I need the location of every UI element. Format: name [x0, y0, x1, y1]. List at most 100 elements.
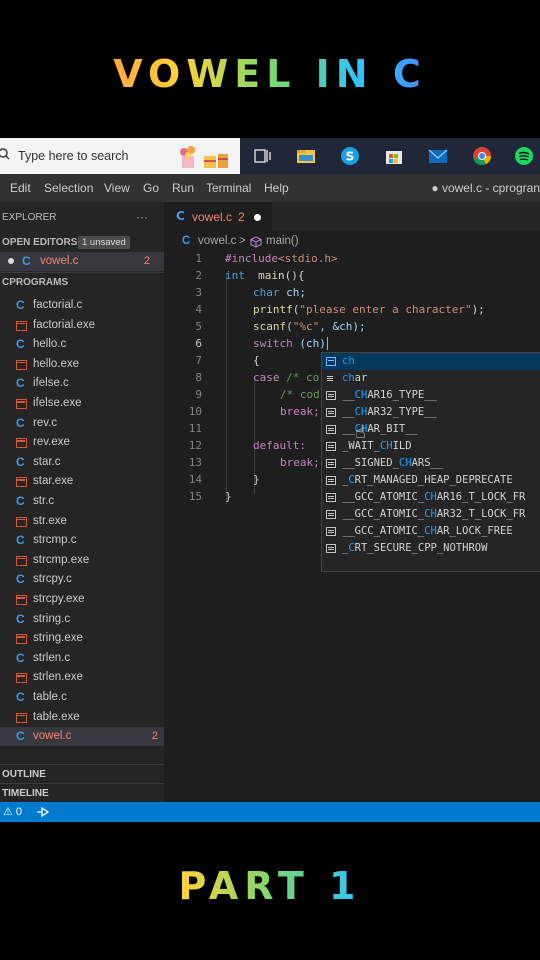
menu-help[interactable]: Help [264, 181, 289, 195]
file-item[interactable]: Cstrcpy.c [0, 570, 164, 589]
suggestion-item[interactable]: char [322, 370, 540, 387]
suggestion-label: __CHAR_BIT__ [342, 423, 418, 435]
constant-icon [326, 425, 336, 434]
code-editor[interactable]: 1 2 3 4 5 6 7 8 9 10 11 12 13 14 15 #include<stdio.h> … [164, 252, 540, 802]
open-editors-header[interactable]: OPEN EDITORS [2, 237, 77, 248]
file-label: ifelse.c [33, 377, 69, 390]
file-item[interactable]: string.exe [0, 629, 164, 648]
file-item[interactable]: table.exe [0, 708, 164, 727]
menu-selection[interactable]: Selection [44, 181, 93, 195]
exe-file-icon [16, 673, 27, 684]
code-line-6: switch (ch) [253, 337, 326, 350]
file-item[interactable]: strcmp.exe [0, 551, 164, 570]
suggestion-label: __GCC_ATOMIC_CHAR32_T_LOCK_FR [342, 508, 526, 520]
file-item[interactable]: Cfactorial.c [0, 296, 164, 315]
suggestion-item[interactable]: __GCC_ATOMIC_CHAR32_T_LOCK_FR [322, 506, 540, 523]
file-label: table.exe [33, 710, 80, 723]
skype-icon[interactable]: S [340, 146, 360, 166]
suggestion-item[interactable]: __CHAR32_TYPE__ [322, 404, 540, 421]
code-line-13: break; [280, 456, 320, 469]
file-label: rev.c [33, 416, 58, 429]
suggestion-item[interactable]: __SIGNED_CHARS__ [322, 455, 540, 472]
file-item[interactable]: Chello.c [0, 335, 164, 354]
file-label: string.exe [33, 632, 83, 645]
menu-terminal[interactable]: Terminal [206, 181, 251, 195]
open-editor-vowel[interactable]: C vowel.c 2 [0, 252, 164, 271]
suggestion-item[interactable]: __GCC_ATOMIC_CHAR_LOCK_FREE [322, 523, 540, 540]
search-icon [0, 148, 10, 160]
taskbar-search-box[interactable]: Type here to search [0, 138, 240, 174]
constant-icon [326, 510, 336, 519]
file-label: strlen.c [33, 651, 71, 664]
breadcrumb-file[interactable]: vowel.c [198, 235, 236, 247]
file-explorer-icon[interactable] [296, 146, 316, 166]
file-label: str.c [33, 495, 55, 507]
explorer-header: EXPLORER [2, 212, 57, 223]
suggestion-label: _CRT_SECURE_CPP_NOTHROW [342, 542, 488, 554]
code-line-7: { [253, 354, 260, 367]
file-label: hello.c [33, 338, 67, 351]
file-item[interactable]: Cstrlen.c [0, 649, 164, 668]
live-share-icon[interactable] [36, 806, 49, 818]
suggestion-label: ch [342, 355, 355, 367]
timeline-section[interactable]: TIMELINE [0, 783, 164, 803]
suggestion-label: __GCC_ATOMIC_CHAR_LOCK_FREE [342, 525, 513, 537]
file-item[interactable]: Cvowel.c 2 [0, 727, 164, 747]
keyword-icon [326, 374, 336, 383]
file-label: table.c [33, 691, 67, 703]
suggestion-label: __CHAR32_TYPE__ [342, 406, 437, 418]
file-item[interactable]: rev.exe [0, 433, 164, 452]
tab-vowel-c[interactable]: C vowel.c 2 [164, 202, 272, 230]
mail-icon[interactable] [428, 146, 448, 166]
code-line-15: } [225, 490, 232, 503]
menu-edit[interactable]: Edit [10, 181, 31, 195]
file-item[interactable]: Ctable.c [0, 688, 164, 707]
file-label: rev.exe [33, 436, 70, 449]
vscode-window: Type here to search S Edit Selection Vie… [0, 138, 540, 822]
file-item[interactable]: factorial.exe [0, 316, 164, 335]
folder-header[interactable]: CPROGRAMS [2, 277, 68, 288]
file-label: hello.exe [33, 357, 80, 370]
suggestion-item[interactable]: _CRT_SECURE_CPP_NOTHROW [322, 540, 540, 557]
problem-count: 2 [151, 730, 158, 743]
menu-bar: Edit Selection View Go Run Terminal Help… [0, 174, 540, 202]
file-item[interactable]: hello.exe [0, 355, 164, 374]
file-item[interactable]: str.exe [0, 512, 164, 531]
suggestion-label: _WAIT_CHILD [342, 440, 412, 452]
c-file-icon: C [16, 494, 25, 508]
file-item[interactable]: Cstr.c [0, 492, 164, 511]
file-item[interactable]: Crev.c [0, 414, 164, 433]
menu-go[interactable]: Go [143, 181, 159, 195]
suggestion-item[interactable]: __GCC_ATOMIC_CHAR16_T_LOCK_FR [322, 489, 540, 506]
suggestion-item[interactable]: __CHAR16_TYPE__ [322, 387, 540, 404]
code-line-9: /* cod [280, 388, 320, 401]
constant-icon [326, 476, 336, 485]
problems-indicator[interactable]: ⚠ 0 [3, 805, 22, 818]
file-item[interactable]: ifelse.exe [0, 394, 164, 413]
exe-file-icon [16, 477, 27, 488]
c-file-icon: C [16, 454, 25, 469]
file-item[interactable]: strcpy.exe [0, 590, 164, 609]
status-bar: ⚠ 0 [0, 802, 540, 822]
explorer-more-button[interactable]: ··· [136, 210, 148, 224]
c-file-icon: C [22, 254, 31, 268]
c-file-icon: C [16, 611, 25, 626]
file-item[interactable]: star.exe [0, 472, 164, 491]
outline-section[interactable]: OUTLINE [0, 764, 164, 784]
store-icon[interactable] [384, 146, 404, 166]
file-item[interactable]: Cstring.c [0, 610, 164, 629]
chrome-icon[interactable] [472, 146, 492, 166]
file-item[interactable]: Cstrcmp.c [0, 531, 164, 550]
menu-view[interactable]: View [104, 181, 130, 195]
unsaved-dot-icon[interactable] [254, 214, 261, 221]
menu-run[interactable]: Run [172, 181, 194, 195]
file-item[interactable]: Cifelse.c [0, 374, 164, 393]
task-view-icon[interactable] [252, 146, 272, 166]
spotify-icon[interactable] [514, 146, 534, 166]
suggestion-item[interactable]: _CRT_MANAGED_HEAP_DEPRECATE [322, 472, 540, 489]
file-item[interactable]: Cstar.c [0, 453, 164, 472]
breadcrumb: C vowel.c > main() [164, 232, 540, 252]
file-item[interactable]: strlen.exe [0, 668, 164, 687]
breadcrumb-symbol[interactable]: main() [266, 235, 299, 247]
suggestion-item[interactable]: ch [322, 353, 540, 370]
